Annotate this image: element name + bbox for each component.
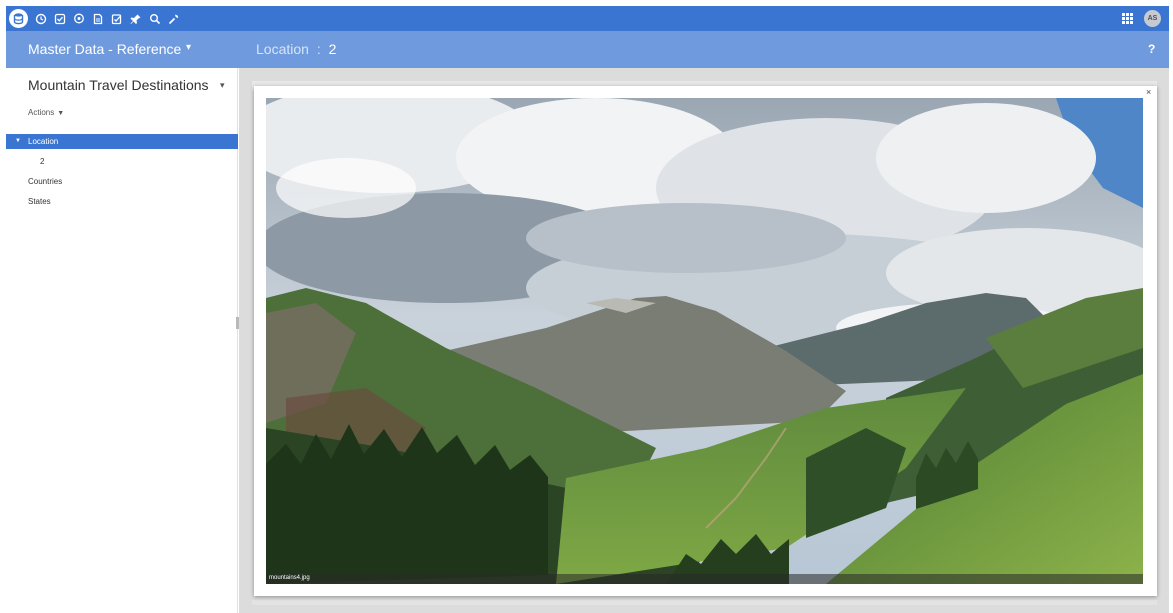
clock-icon[interactable] [31, 9, 50, 28]
image-filename: mountains4.jpg [269, 575, 310, 581]
sidebar-item-location[interactable]: ▼ Location [6, 134, 238, 149]
top-toolbar: AS [6, 6, 1169, 31]
avatar[interactable]: AS [1144, 10, 1161, 27]
expand-arrow-icon[interactable]: ▼ [15, 134, 21, 149]
page-title: Location : 2 [256, 41, 336, 57]
close-icon[interactable]: × [1146, 87, 1151, 97]
tree-item-label: Countries [28, 177, 63, 186]
grid-icon[interactable] [1121, 12, 1134, 25]
sidebar: Mountain Travel Destinations ▾ Actions ▼ … [6, 68, 238, 613]
pin-icon[interactable] [126, 9, 145, 28]
sidebar-item-countries[interactable]: Countries [6, 174, 238, 189]
checklist-icon[interactable] [50, 9, 69, 28]
image-caption-bar: mountains4.jpg [266, 574, 1143, 584]
location-value: 2 [328, 41, 337, 57]
sidebar-item-states[interactable]: States [6, 194, 238, 209]
actions-label: Actions [28, 108, 55, 117]
breadcrumb: Master Data - Reference ▾ Location : 2 ? [6, 31, 1169, 68]
help-button[interactable]: ? [1148, 42, 1155, 56]
wrench-icon[interactable] [164, 9, 183, 28]
caret-down-icon: ▼ [57, 110, 65, 117]
chevron-down-icon[interactable]: ▾ [220, 80, 225, 91]
tree-item-label: Location [28, 137, 59, 146]
mountain-photo: mountains4.jpg [266, 98, 1143, 584]
sidebar-title: Mountain Travel Destinations [28, 77, 209, 93]
stacked-docs-icon[interactable] [88, 9, 107, 28]
landscape-image [266, 98, 1143, 584]
tree-item-label: 2 [40, 157, 45, 166]
image-preview-modal: × mountains4.jpg [254, 86, 1157, 596]
section-title[interactable]: Master Data - Reference [28, 41, 181, 57]
content-footer-strip [252, 600, 1157, 605]
database-icon[interactable] [9, 9, 28, 28]
sidebar-item-2[interactable]: 2 [6, 154, 238, 169]
location-label: Location [256, 41, 309, 57]
tree-item-label: States [28, 197, 51, 206]
search-icon[interactable] [145, 9, 164, 28]
location-separator: : [316, 41, 321, 57]
edit-check-icon[interactable] [107, 9, 126, 28]
actions-dropdown[interactable]: Actions ▼ [28, 108, 64, 117]
chat-icon[interactable] [69, 9, 88, 28]
chevron-down-icon[interactable]: ▾ [186, 42, 191, 53]
